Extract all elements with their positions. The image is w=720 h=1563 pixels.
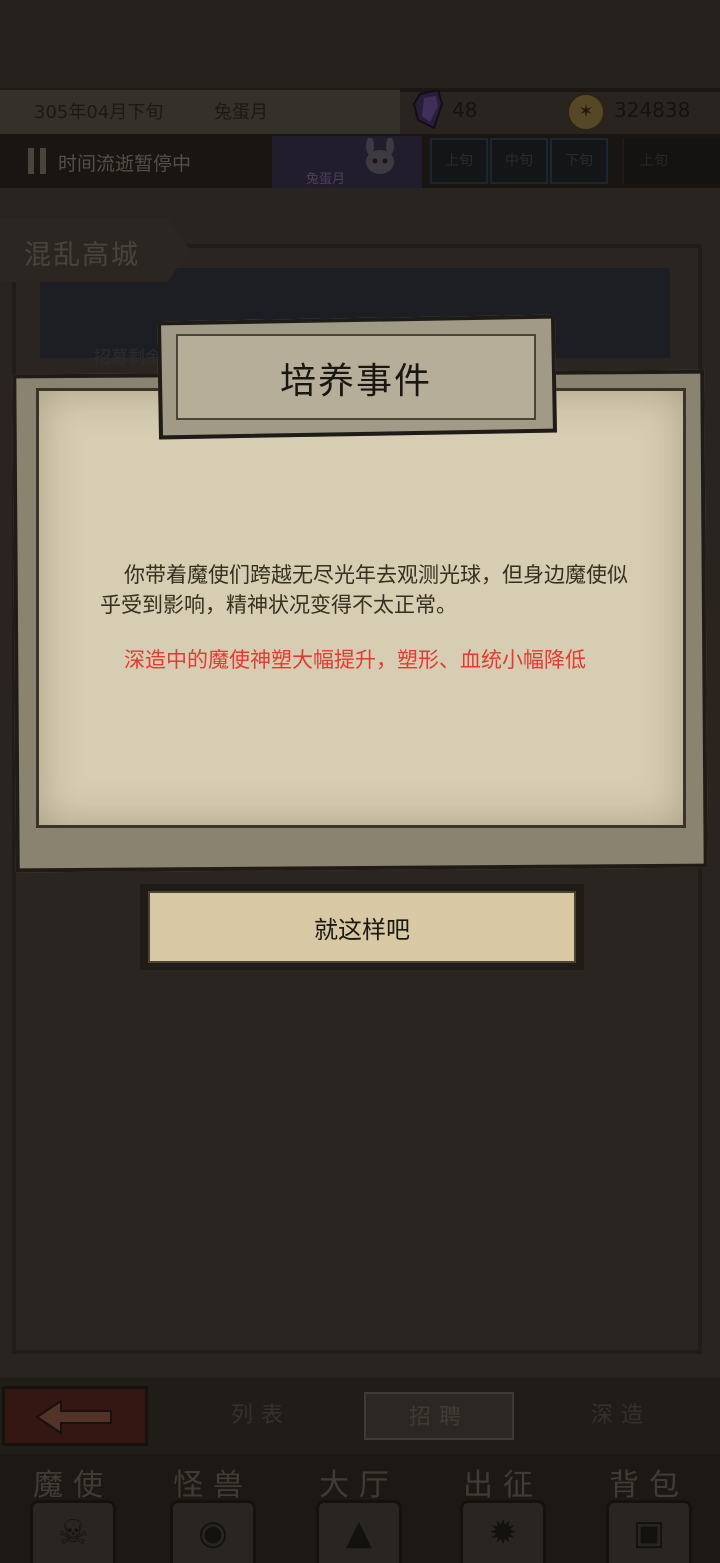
- confirm-button[interactable]: 就这样吧: [140, 884, 584, 970]
- dialog-title: 培养事件: [279, 361, 432, 402]
- dialog-body-text: 你带着魔使们跨越无尽光年去观测光球，但身边魔使似乎受到影响，精神状况变得不太正常…: [100, 563, 628, 617]
- confirm-button-label: 就这样吧: [148, 891, 576, 963]
- game-screen: 305年04月下旬 兔蛋月 48 ✶ 324838 时间流逝暂停中 兔蛋月 上旬…: [0, 0, 720, 1563]
- dialog-effect-text: 深造中的魔使神塑大幅提升，塑形、血统小幅降低: [124, 648, 586, 672]
